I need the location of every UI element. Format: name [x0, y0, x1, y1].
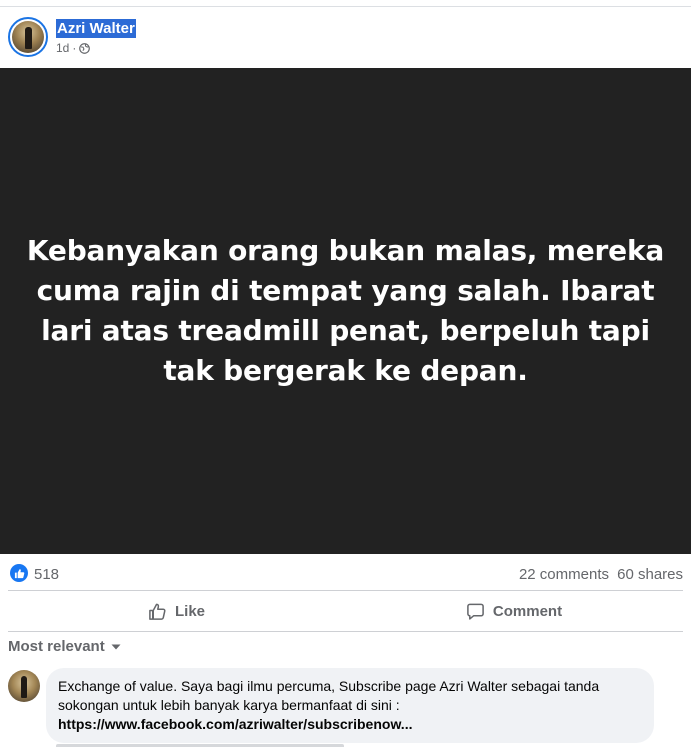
sort-label: Most relevant [8, 638, 105, 655]
thumbs-up-icon [14, 568, 24, 578]
author-name-link[interactable]: Azri Walter [56, 19, 136, 38]
avatar-photo [12, 21, 44, 53]
post-image[interactable]: Kebanyakan orang bukan malas, mereka cum… [0, 68, 691, 554]
like-badge-icon[interactable] [10, 564, 28, 582]
stats-row: 518 22 comments 60 shares [0, 558, 691, 590]
thumbs-up-outline-icon [149, 603, 166, 620]
comment-item: Exchange of value. Saya bagi ilmu percum… [0, 668, 691, 747]
post-meta: 1d · [56, 41, 91, 55]
caret-down-icon [111, 644, 121, 649]
comment-text: Exchange of value. Saya bagi ilmu percum… [58, 678, 600, 713]
comment-button-label: Comment [492, 602, 563, 620]
comment-bubble: Exchange of value. Saya bagi ilmu percum… [46, 668, 654, 743]
speech-bubble-icon [467, 603, 484, 620]
shares-count-link[interactable]: 60 shares [617, 566, 683, 583]
comment-link[interactable]: https://www.facebook.com/azriwalter/subs… [58, 716, 412, 732]
commenter-avatar-figure [21, 676, 27, 698]
quote-text: Kebanyakan orang bukan malas, mereka cum… [26, 234, 665, 387]
actions-bottom-divider [8, 631, 683, 632]
comment-sort-dropdown[interactable]: Most relevant [8, 638, 121, 655]
like-button[interactable]: Like [8, 591, 345, 631]
globe-icon[interactable] [79, 42, 91, 54]
like-button-label: Like [174, 602, 205, 620]
author-avatar[interactable] [8, 17, 48, 57]
post-header: Azri Walter 1d · [0, 7, 691, 68]
commenter-avatar[interactable] [8, 670, 40, 702]
post-time[interactable]: 1d [56, 41, 69, 55]
like-count[interactable]: 518 [34, 566, 59, 583]
meta-separator: · [72, 41, 77, 55]
comments-count-link[interactable]: 22 comments [519, 566, 609, 583]
comment-button[interactable]: Comment [345, 591, 683, 631]
avatar-figure [25, 27, 32, 49]
actions-row: Like Comment [8, 591, 683, 631]
